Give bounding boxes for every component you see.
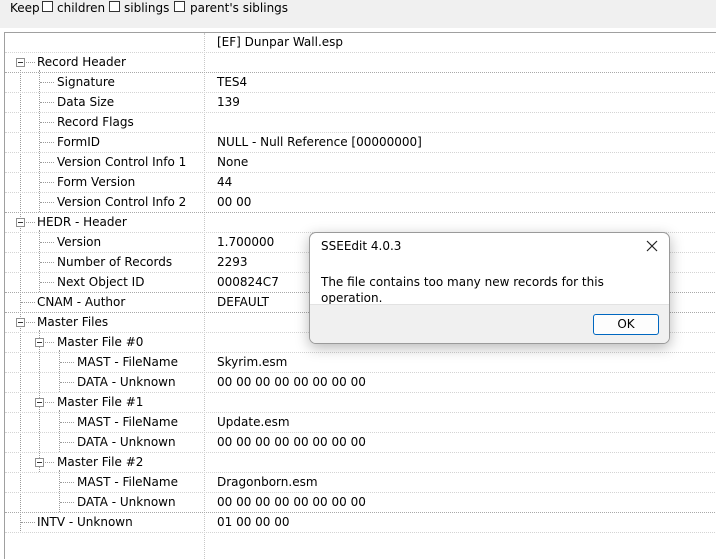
- master-file-2-data-row[interactable]: DATA - Unknown 00 00 00 00 00 00 00 00: [5, 493, 716, 513]
- version-control-info-2-row[interactable]: Version Control Info 2 00 00: [5, 193, 716, 213]
- collapse-toggle-icon[interactable]: [16, 218, 25, 227]
- data-unknown-value: 00 00 00 00 00 00 00 00: [217, 375, 366, 389]
- dialog-footer: OK: [310, 304, 669, 343]
- formid-row[interactable]: FormID NULL - Null Reference [00000000]: [5, 133, 716, 153]
- number-of-records-value: 2293: [217, 255, 248, 269]
- data-size-label: Data Size: [57, 95, 115, 109]
- version-control-info-1-value: None: [217, 155, 249, 169]
- intv-unknown-label: INTV - Unknown: [37, 515, 133, 529]
- number-of-records-label: Number of Records: [57, 255, 173, 269]
- close-icon[interactable]: [643, 237, 661, 255]
- error-dialog: SSEEdit 4.0.3 The file contains too many…: [309, 232, 670, 344]
- intv-unknown-row[interactable]: INTV - Unknown 01 00 00 00: [5, 513, 716, 533]
- parents-siblings-label[interactable]: parent's siblings: [190, 0, 288, 16]
- master-file-0-data-row[interactable]: DATA - Unknown 00 00 00 00 00 00 00 00: [5, 373, 716, 393]
- master-file-2-label: Master File #2: [57, 455, 144, 469]
- hedr-header-row[interactable]: HEDR - Header: [5, 213, 716, 233]
- data-unknown-value: 00 00 00 00 00 00 00 00: [217, 435, 366, 449]
- mast-filename-label: MAST - FileName: [77, 475, 178, 489]
- mast-filename-label: MAST - FileName: [77, 415, 178, 429]
- dialog-title: SSEEdit 4.0.3: [321, 239, 402, 253]
- next-object-id-label: Next Object ID: [57, 275, 145, 289]
- data-size-row[interactable]: Data Size 139: [5, 93, 716, 113]
- file-row[interactable]: [EF] Dunpar Wall.esp: [5, 33, 716, 53]
- master-file-2-row[interactable]: Master File #2: [5, 453, 716, 473]
- data-unknown-label: DATA - Unknown: [77, 495, 176, 509]
- dialog-message: The file contains too many new records f…: [321, 275, 604, 305]
- collapse-toggle-icon[interactable]: [16, 318, 25, 327]
- master-file-1-label: Master File #1: [57, 395, 144, 409]
- collapse-toggle-icon[interactable]: [35, 458, 44, 467]
- signature-row[interactable]: Signature TES4: [5, 73, 716, 93]
- master-file-0-mast-row[interactable]: MAST - FileName Skyrim.esm: [5, 353, 716, 373]
- hedr-header-label: HEDR - Header: [37, 215, 127, 229]
- ok-button[interactable]: OK: [593, 314, 659, 335]
- version-value: 1.700000: [217, 235, 275, 249]
- parents-siblings-checkbox[interactable]: [174, 1, 185, 12]
- collapse-toggle-icon[interactable]: [35, 398, 44, 407]
- keep-filter-bar: Keep children siblings parent's siblings: [0, 0, 716, 28]
- master-files-label: Master Files: [37, 315, 109, 329]
- version-control-info-1-row[interactable]: Version Control Info 1 None: [5, 153, 716, 173]
- children-label[interactable]: children: [57, 0, 105, 16]
- mast-filename-label: MAST - FileName: [77, 355, 178, 369]
- close-icon-glyph: [646, 240, 658, 252]
- record-flags-label: Record Flags: [57, 115, 134, 129]
- signature-label: Signature: [57, 75, 115, 89]
- collapse-toggle-icon[interactable]: [35, 338, 44, 347]
- record-header-row[interactable]: Record Header: [5, 53, 716, 73]
- mast-filename-value: Skyrim.esm: [217, 355, 288, 369]
- master-file-1-row[interactable]: Master File #1: [5, 393, 716, 413]
- siblings-label[interactable]: siblings: [124, 0, 169, 16]
- children-checkbox[interactable]: [42, 1, 53, 12]
- mast-filename-value: Dragonborn.esm: [217, 475, 318, 489]
- record-flags-row[interactable]: Record Flags: [5, 113, 716, 133]
- next-object-id-value: 000824C7: [217, 275, 279, 289]
- formid-value: NULL - Null Reference [00000000]: [217, 135, 422, 149]
- file-name: [EF] Dunpar Wall.esp: [217, 35, 344, 49]
- form-version-row[interactable]: Form Version 44: [5, 173, 716, 193]
- cnam-author-value: DEFAULT: [217, 295, 269, 309]
- master-file-0-label: Master File #0: [57, 335, 144, 349]
- form-version-value: 44: [217, 175, 233, 189]
- form-version-label: Form Version: [57, 175, 136, 189]
- signature-value: TES4: [217, 75, 248, 89]
- keep-label: Keep: [10, 1, 40, 15]
- collapse-toggle-icon[interactable]: [16, 58, 25, 67]
- cnam-author-label: CNAM - Author: [37, 295, 126, 309]
- master-file-2-mast-row[interactable]: MAST - FileName Dragonborn.esm: [5, 473, 716, 493]
- data-unknown-label: DATA - Unknown: [77, 375, 176, 389]
- record-header-label: Record Header: [37, 55, 126, 69]
- version-label: Version: [57, 235, 102, 249]
- version-control-info-1-label: Version Control Info 1: [57, 155, 187, 169]
- intv-unknown-value: 01 00 00 00: [217, 515, 290, 529]
- master-file-1-data-row[interactable]: DATA - Unknown 00 00 00 00 00 00 00 00: [5, 433, 716, 453]
- version-control-info-2-label: Version Control Info 2: [57, 195, 187, 209]
- data-unknown-value: 00 00 00 00 00 00 00 00: [217, 495, 366, 509]
- formid-label: FormID: [57, 135, 101, 149]
- data-size-value: 139: [217, 95, 240, 109]
- siblings-checkbox[interactable]: [109, 1, 120, 12]
- mast-filename-value: Update.esm: [217, 415, 290, 429]
- version-control-info-2-value: 00 00: [217, 195, 252, 209]
- data-unknown-label: DATA - Unknown: [77, 435, 176, 449]
- master-file-1-mast-row[interactable]: MAST - FileName Update.esm: [5, 413, 716, 433]
